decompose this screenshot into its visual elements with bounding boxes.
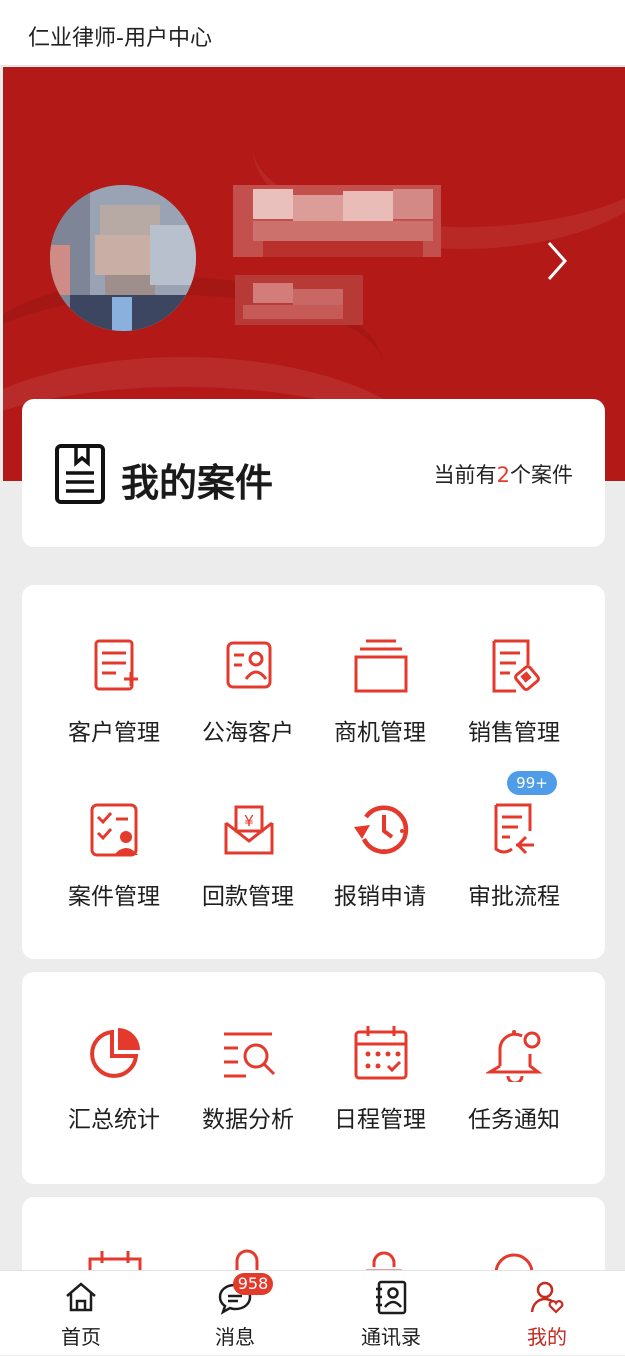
case-count-number: 2 <box>496 463 510 487</box>
item-label: 公海客户 <box>202 720 294 746</box>
summary-stats-item[interactable]: 汇总统计 <box>47 1024 181 1154</box>
tab-label: 通讯录 <box>361 1325 421 1349</box>
item-label: 商机管理 <box>334 720 426 746</box>
item-label: 报销申请 <box>334 884 426 910</box>
tab-contacts[interactable]: 通讯录 <box>313 1271 469 1356</box>
sales-document-icon <box>492 639 540 693</box>
customer-management-item[interactable]: 客户管理 <box>47 637 181 767</box>
item-label: 日程管理 <box>334 1107 426 1133</box>
item-label: 销售管理 <box>468 720 560 746</box>
svg-text:¥: ¥ <box>244 813 254 830</box>
item-label: 任务通知 <box>468 1107 560 1133</box>
item-label: 回款管理 <box>202 884 294 910</box>
profile-icon <box>530 1281 564 1314</box>
payment-envelope-icon: ¥ <box>224 805 274 855</box>
payment-management-item[interactable]: ¥ 回款管理 <box>181 801 315 931</box>
item-label: 审批流程 <box>468 884 560 910</box>
tab-label: 我的 <box>527 1325 567 1349</box>
item-label: 案件管理 <box>68 884 160 910</box>
user-subtitle-blurred <box>235 275 363 325</box>
approval-document-icon <box>494 803 534 855</box>
case-count-text: 当前有2个案件 <box>433 463 573 487</box>
user-name-blurred <box>233 185 441 257</box>
my-cases-title: 我的案件 <box>121 461 274 505</box>
item-label: 客户管理 <box>68 720 160 746</box>
home-icon <box>66 1282 96 1312</box>
customer-list-icon <box>94 639 138 691</box>
public-customer-icon <box>226 641 272 689</box>
public-customer-item[interactable]: 公海客户 <box>181 637 315 767</box>
pixelated-avatar-image <box>50 185 196 331</box>
tab-home[interactable]: 首页 <box>3 1271 159 1356</box>
message-count-badge: 958 <box>233 1273 273 1295</box>
my-cases-card[interactable]: 我的案件 当前有2个案件 <box>22 399 605 547</box>
clock-arrow-icon <box>354 805 409 854</box>
feature-grid-2: 汇总统计 数据分析 日程管理 任务通知 <box>22 972 605 1184</box>
case-document-icon <box>55 444 105 504</box>
bell-icon <box>486 1030 543 1082</box>
sales-management-item[interactable]: 销售管理 <box>447 637 581 767</box>
bottom-tab-bar: 首页 消息 通讯录 我的 <box>0 1270 625 1355</box>
tab-label: 消息 <box>215 1325 255 1349</box>
opportunity-management-item[interactable]: 商机管理 <box>313 637 447 767</box>
tab-mine[interactable]: 我的 <box>469 1271 625 1356</box>
item-label: 数据分析 <box>202 1107 294 1133</box>
calendar-icon <box>354 1026 408 1080</box>
reimbursement-item[interactable]: 报销申请 <box>313 801 447 931</box>
contacts-icon <box>376 1280 407 1315</box>
data-analysis-item[interactable]: 数据分析 <box>181 1024 315 1154</box>
schedule-management-item[interactable]: 日程管理 <box>313 1024 447 1154</box>
tab-label: 首页 <box>61 1325 101 1349</box>
page-title: 仁业律师-用户中心 <box>28 26 212 51</box>
avatar[interactable] <box>50 185 196 331</box>
chevron-right-icon[interactable] <box>541 239 571 283</box>
app-header: 仁业律师-用户中心 <box>0 0 625 66</box>
approval-flow-item[interactable]: 审批流程 <box>447 801 581 931</box>
data-search-icon <box>224 1032 276 1078</box>
approval-count-badge: 99+ <box>507 771 557 795</box>
task-notification-item[interactable]: 任务通知 <box>447 1024 581 1154</box>
item-label: 汇总统计 <box>68 1107 160 1133</box>
case-management-item[interactable]: 案件管理 <box>47 801 181 931</box>
opportunity-box-icon <box>354 639 408 693</box>
pie-chart-icon <box>90 1028 140 1078</box>
case-user-icon <box>90 803 138 857</box>
